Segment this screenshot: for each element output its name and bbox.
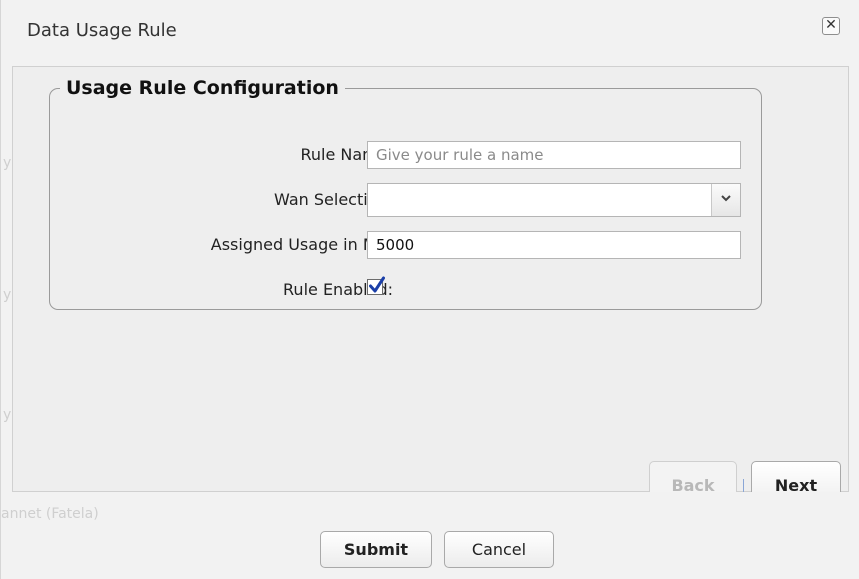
- assigned-usage-row: Assigned Usage in MB:: [50, 231, 763, 259]
- wan-selection-select[interactable]: [367, 183, 741, 217]
- dialog-title: Data Usage Rule: [27, 20, 177, 41]
- dialog-titlebar: Data Usage Rule ✕: [1, 0, 859, 66]
- chevron-down-icon[interactable]: [711, 184, 740, 216]
- rule-name-row: Rule Name:: [50, 141, 763, 169]
- rule-name-input[interactable]: [367, 141, 741, 169]
- data-usage-rule-dialog: Data Usage Rule ✕ y y y Usage Rule Confi…: [0, 0, 859, 579]
- rule-enabled-checkbox[interactable]: [367, 276, 385, 295]
- background-ghost-text: y: [3, 155, 12, 171]
- assigned-usage-input[interactable]: [367, 231, 741, 259]
- cancel-button[interactable]: Cancel: [444, 531, 554, 568]
- config-legend: Usage Rule Configuration: [66, 77, 339, 99]
- usage-rule-config-group: Usage Rule Configuration Rule Name: Wan …: [49, 77, 762, 310]
- checkmark-icon: [369, 276, 385, 293]
- wan-selection-row: Wan Selection:: [50, 183, 763, 217]
- background-ghost-text: y: [3, 407, 12, 423]
- submit-button[interactable]: Submit: [320, 531, 432, 568]
- close-icon[interactable]: ✕: [822, 17, 840, 35]
- background-ghost-text: annet (Fatela): [1, 506, 99, 522]
- background-ghost-text: y: [3, 287, 12, 303]
- assigned-usage-label: Assigned Usage in MB:: [210, 235, 393, 254]
- dialog-footer: annet (Fatela) Submit Cancel: [1, 492, 859, 579]
- rule-enabled-row: Rule Enabled:: [50, 276, 763, 304]
- dialog-content: y y y Usage Rule Configuration Rule Name…: [3, 66, 849, 511]
